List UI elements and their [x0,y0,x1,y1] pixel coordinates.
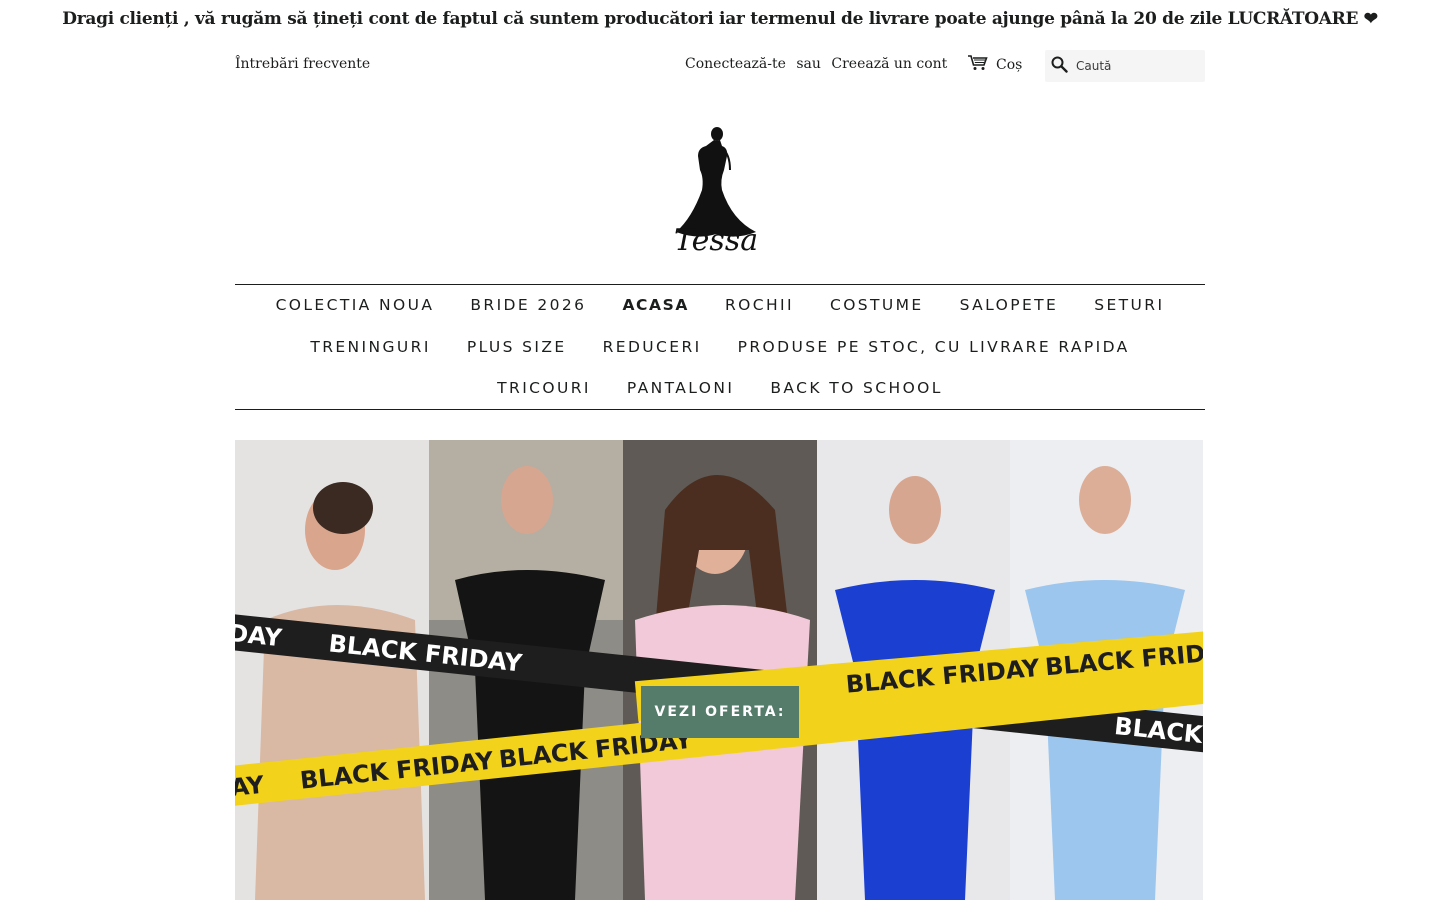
top-bar: Întrebări frecvente Conectează-te sau Cr… [235,50,1205,82]
view-offer-button[interactable]: VEZI OFERTA: [641,686,799,738]
logo-text: Tessa [674,223,758,257]
nav-link-salopete[interactable]: SALOPETE [960,296,1059,314]
nav-row-3: TRICOURI PANTALONI BACK TO SCHOOL [235,378,1205,397]
faq-link[interactable]: Întrebări frecvente [235,56,370,72]
nav-link-pantaloni[interactable]: PANTALONI [627,379,734,397]
main-navigation: COLECTIA NOUA BRIDE 2026 ACASA ROCHII COSTUM… [235,284,1205,410]
announcement-text: Dragi clienți , vă rugăm să țineți cont … [62,9,1378,29]
login-link[interactable]: Conectează-te [685,56,786,72]
nav-link-seturi[interactable]: SETURI [1094,296,1164,314]
nav-link-acasa[interactable]: ACASA [622,296,689,314]
nav-link-back-to-school[interactable]: BACK TO SCHOOL [770,379,942,397]
register-link[interactable]: Creează un cont [831,56,947,72]
nav-item-salopete: SALOPETE [960,295,1059,314]
account-links: Conectează-te sau Creează un cont [685,56,947,72]
svg-text:IDAY: IDAY [235,618,284,652]
announcement-bar: Dragi clienți , vă rugăm să țineți cont … [0,0,1440,38]
dress-silhouette-logo: Tessa [674,127,758,258]
cart-icon [968,55,988,75]
search-icon[interactable] [1051,56,1068,77]
hero-banner[interactable]: IDAY BLACK FRIDAY BLACK FRIDAY AY BLACK … [235,440,1203,900]
site-logo[interactable]: Tessa [660,122,780,258]
search-input[interactable] [1076,59,1194,73]
nav-item-treninguri: TRENINGURI [310,337,431,356]
nav-item-pantaloni: PANTALONI [627,378,734,397]
nav-row-1: COLECTIA NOUA BRIDE 2026 ACASA ROCHII COSTUM… [235,295,1205,314]
nav-item-acasa: ACASA [622,295,689,314]
nav-link-costume[interactable]: COSTUME [830,296,924,314]
nav-item-bride-2026: BRIDE 2026 [470,295,586,314]
hero-collage-image: IDAY BLACK FRIDAY BLACK FRIDAY AY BLACK … [235,440,1203,900]
nav-link-reduceri[interactable]: REDUCERI [603,338,702,356]
nav-item-seturi: SETURI [1094,295,1164,314]
nav-item-plus-size: PLUS SIZE [467,337,567,356]
search-box[interactable] [1045,50,1205,82]
svg-text:AY: AY [235,771,266,802]
nav-row-2: TRENINGURI PLUS SIZE REDUCERI PRODUSE PE ST… [235,337,1205,356]
nav-item-back-to-school: BACK TO SCHOOL [770,378,942,397]
nav-link-rochii[interactable]: ROCHII [725,296,794,314]
nav-item-rochii: ROCHII [725,295,794,314]
nav-link-tricouri[interactable]: TRICOURI [497,379,591,397]
nav-item-reduceri: REDUCERI [603,337,702,356]
or-text: sau [796,56,821,72]
nav-item-tricouri: TRICOURI [497,378,591,397]
nav-link-bride-2026[interactable]: BRIDE 2026 [470,296,586,314]
nav-item-costume: COSTUME [830,295,924,314]
nav-item-colectia-noua: COLECTIA NOUA [276,295,435,314]
nav-link-produse-pe-stoc-cu-livrare-rapida[interactable]: PRODUSE PE STOC, CU LIVRARE RAPIDA [738,338,1130,356]
nav-item-produse-pe-stoc-cu-livrare-rapida: PRODUSE PE STOC, CU LIVRARE RAPIDA [738,337,1130,356]
cart-link[interactable]: Coș [968,55,1022,75]
nav-link-colectia-noua[interactable]: COLECTIA NOUA [276,296,435,314]
cart-label: Coș [996,57,1023,73]
nav-link-treninguri[interactable]: TRENINGURI [310,338,431,356]
nav-link-plus-size[interactable]: PLUS SIZE [467,338,567,356]
